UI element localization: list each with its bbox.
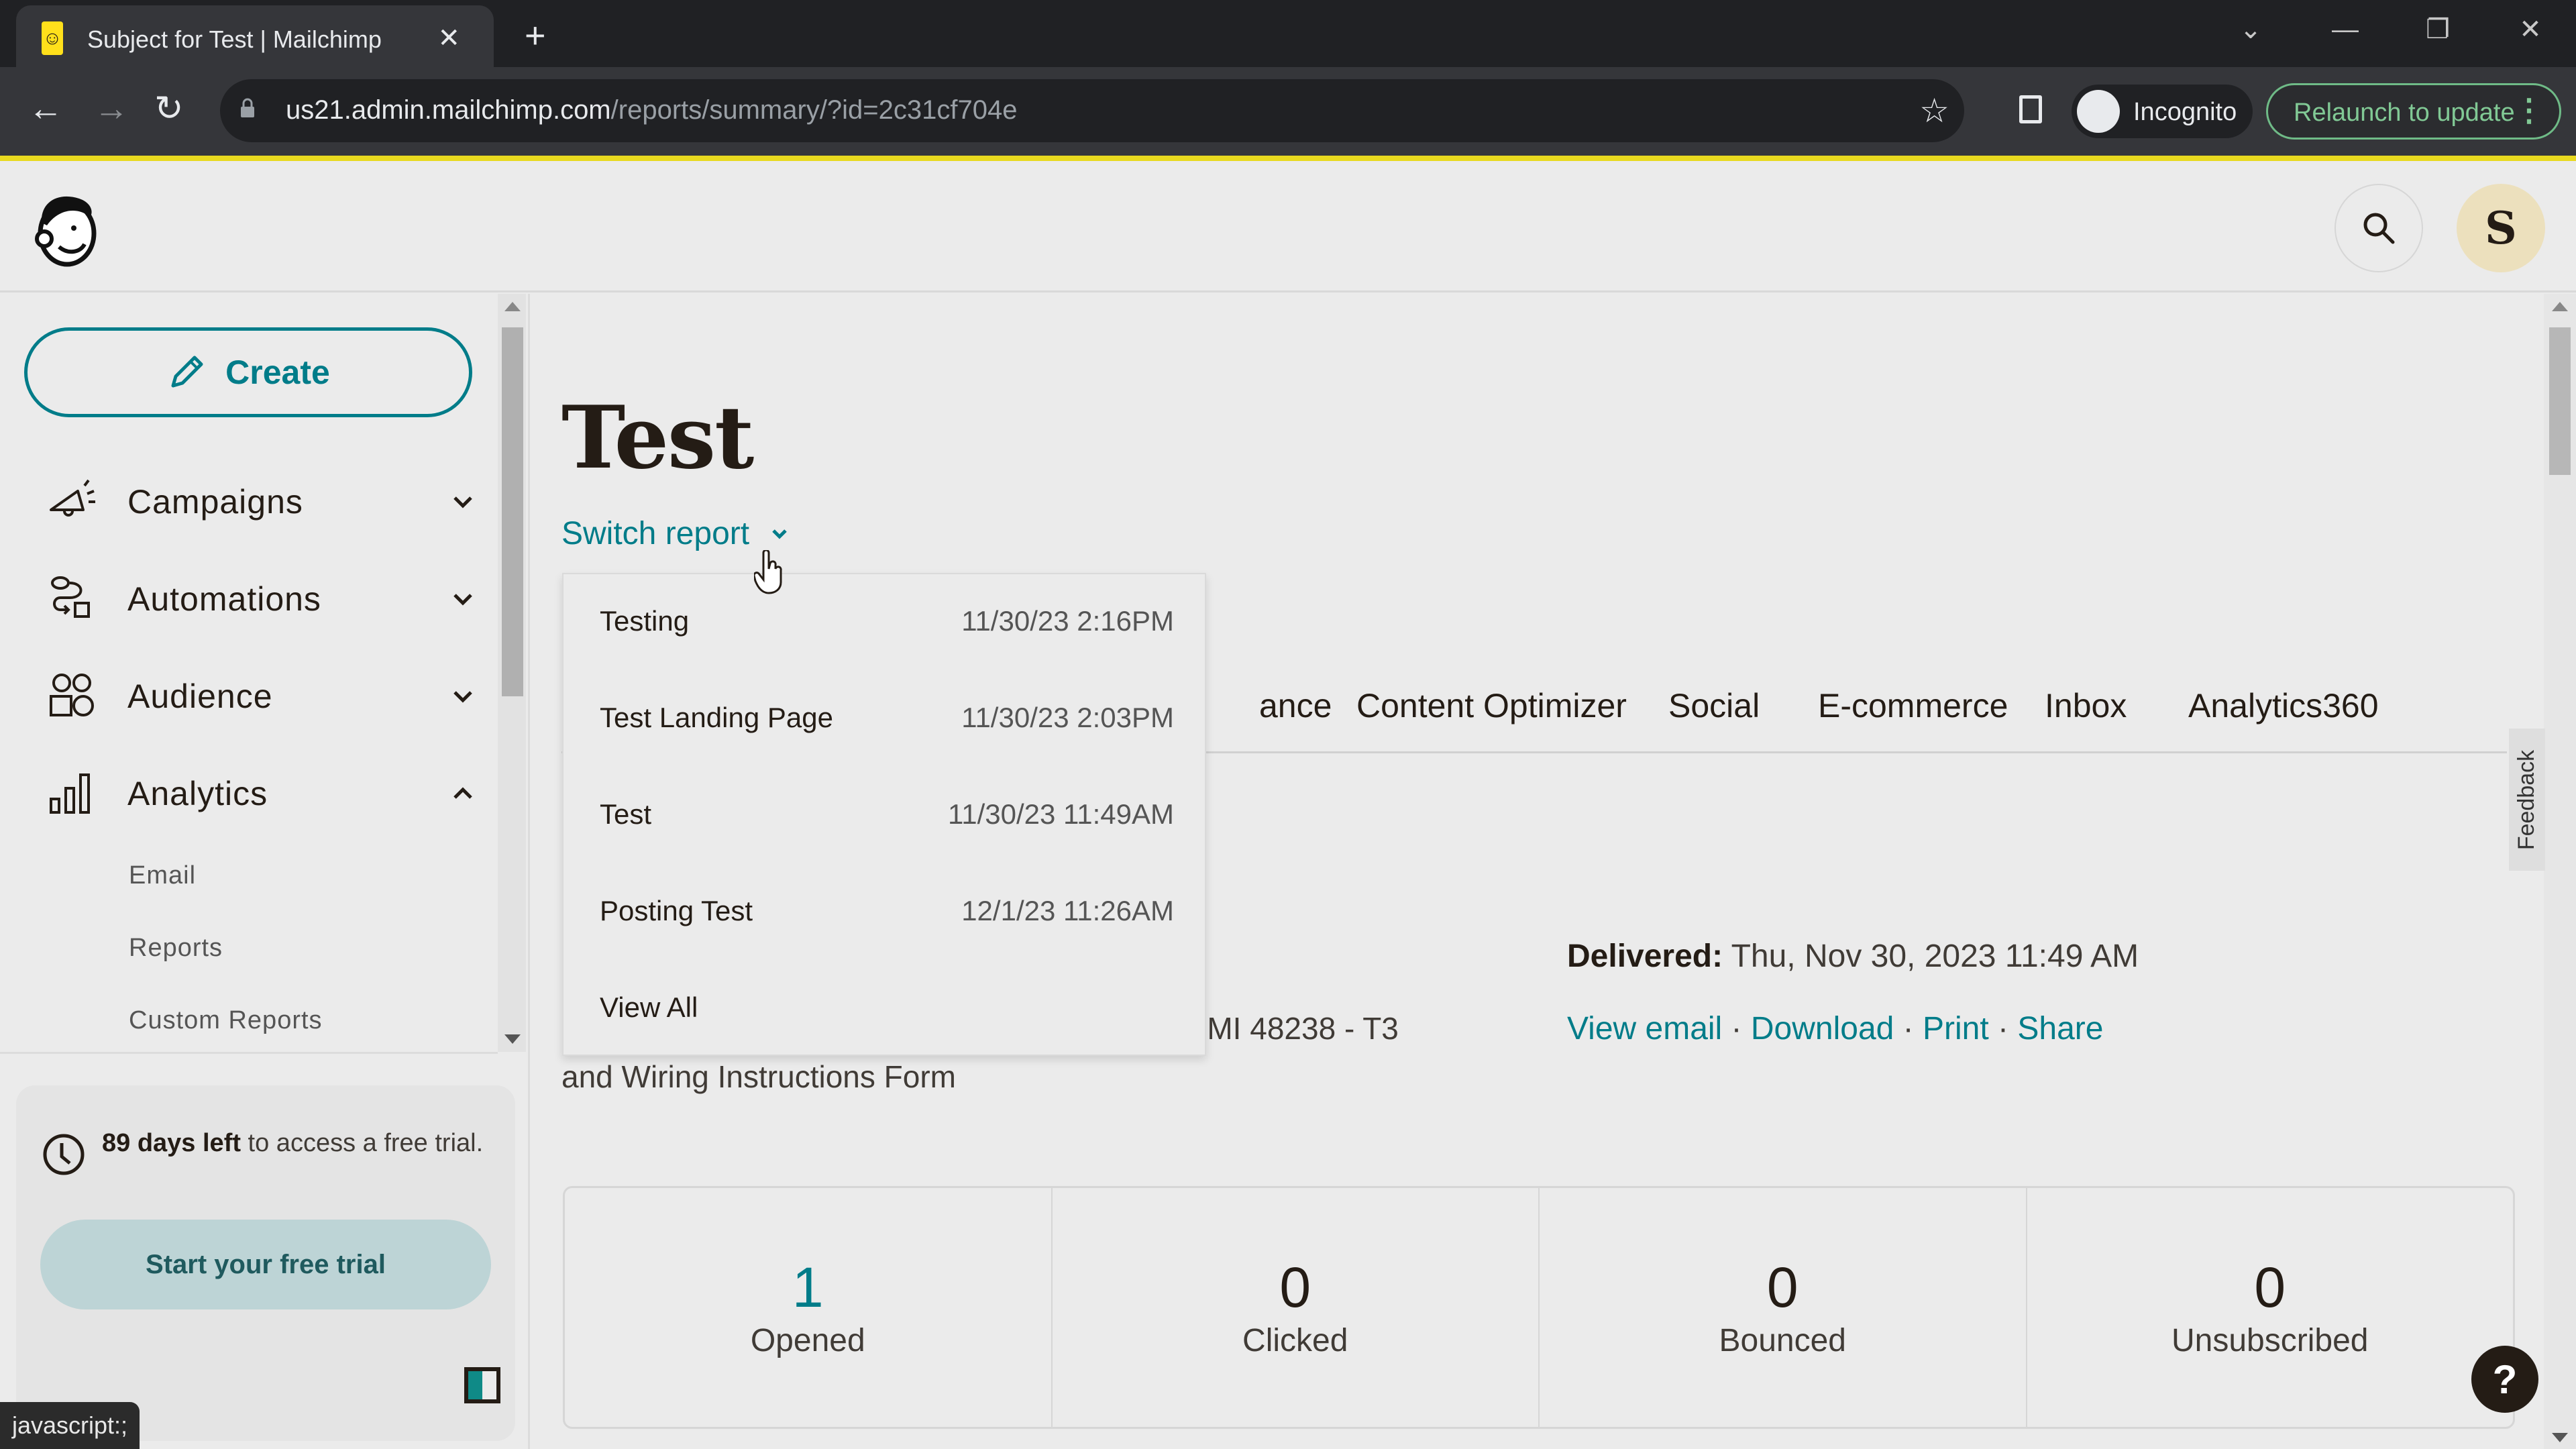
sidebar: Create Campaigns Automations Audience An…: [0, 294, 530, 1449]
free-trial-card: 89 days left to access a free trial. Sta…: [16, 1085, 515, 1441]
scroll-up-arrow-icon[interactable]: [504, 302, 521, 311]
chevron-up-icon: [453, 787, 472, 799]
main-scrollbar[interactable]: [2544, 294, 2576, 1449]
incognito-update-strip: [0, 156, 2576, 161]
url-text: us21.admin.mailchimp.com/reports/summary…: [286, 95, 1018, 125]
browser-tab[interactable]: ☺ Subject for Test | Mailchimp ✕: [16, 5, 494, 67]
report-option[interactable]: Test 11/30/23 11:49AM: [564, 767, 1205, 864]
email-actions: View email · Download · Print · Share: [1567, 1011, 2104, 1046]
stat-clicked: 0 Clicked: [1053, 1188, 1540, 1427]
sidebar-item-audience[interactable]: Audience: [47, 663, 476, 730]
tab-search-chevron-icon[interactable]: ⌄: [2231, 9, 2271, 50]
stat-bounced: 0 Bounced: [1540, 1188, 2027, 1427]
tab-analytics360[interactable]: Analytics360: [2188, 686, 2379, 725]
hand-cursor-icon: [754, 550, 782, 594]
tab-performance[interactable]: ance: [1259, 686, 1332, 725]
main-scroll-thumb[interactable]: [2549, 327, 2571, 475]
sidebar-divider: [0, 1052, 498, 1054]
incognito-badge[interactable]: Incognito: [2072, 85, 2253, 138]
automation-flow-icon: [51, 576, 90, 618]
scroll-up-arrow-icon[interactable]: [2552, 302, 2568, 311]
side-panel-icon[interactable]: [2019, 95, 2042, 123]
report-option[interactable]: Testing 11/30/23 2:16PM: [564, 574, 1205, 671]
minimize-icon[interactable]: —: [2325, 9, 2365, 50]
download-link[interactable]: Download: [1751, 1011, 1894, 1046]
back-icon[interactable]: ←: [28, 89, 63, 129]
audience-icon: [50, 674, 94, 716]
restore-icon[interactable]: ❐: [2418, 9, 2458, 50]
tab-e-commerce[interactable]: E-commerce: [1818, 686, 2008, 725]
relaunch-to-update-button[interactable]: Relaunch to update ⋮: [2266, 83, 2561, 140]
chevron-down-icon: [453, 496, 472, 508]
scroll-down-arrow-icon[interactable]: [2552, 1433, 2568, 1442]
report-option[interactable]: Test Landing Page 11/30/23 2:03PM: [564, 671, 1205, 767]
close-window-icon[interactable]: ✕: [2510, 9, 2551, 50]
mailchimp-logo-icon[interactable]: [27, 188, 103, 268]
delivered-info: Delivered: Thu, Nov 30, 2023 11:49 AM: [1567, 938, 2139, 974]
collapse-sidebar-icon[interactable]: [464, 1367, 500, 1403]
switch-report-dropdown[interactable]: Switch report: [561, 515, 790, 552]
share-link[interactable]: Share: [2017, 1011, 2103, 1046]
switch-report-menu: Testing 11/30/23 2:16PM Test Landing Pag…: [562, 573, 1206, 1056]
search-icon: [2363, 213, 2395, 244]
scroll-down-arrow-icon[interactable]: [504, 1034, 521, 1044]
view-all-reports-option[interactable]: View All: [564, 961, 1205, 1057]
help-button[interactable]: ?: [2471, 1346, 2538, 1413]
sidebar-item-automations[interactable]: Automations: [47, 566, 476, 633]
start-free-trial-button[interactable]: Start your free trial: [40, 1220, 491, 1309]
view-email-link[interactable]: View email: [1567, 1011, 1722, 1046]
sidebar-scrollbar[interactable]: [498, 294, 526, 1052]
browser-tab-bar: ☺ Subject for Test | Mailchimp ✕ + ⌄ — ❐…: [0, 0, 2576, 67]
report-option[interactable]: Posting Test 12/1/23 11:26AM: [564, 864, 1205, 961]
clock-icon: [43, 1134, 85, 1175]
sidebar-item-analytics[interactable]: Analytics: [47, 760, 476, 827]
tab-close-icon[interactable]: ✕: [437, 23, 460, 54]
search-button[interactable]: [2334, 184, 2423, 272]
forward-icon[interactable]: →: [94, 89, 129, 129]
trial-message: 89 days left to access a free trial.: [102, 1129, 484, 1157]
tab-content-optimizer[interactable]: Content Optimizer: [1356, 686, 1627, 725]
status-bar-url: javascript:;: [0, 1402, 140, 1449]
chevron-down-icon: [453, 594, 472, 606]
sidebar-subitem-custom-reports[interactable]: Custom Reports: [129, 1006, 323, 1035]
bookmark-star-icon[interactable]: ☆: [1919, 91, 1949, 130]
feedback-tab[interactable]: Feedback: [2509, 729, 2545, 871]
more-menu-icon[interactable]: ⋮: [2514, 92, 2544, 128]
browser-toolbar: ← → ↻ us21.admin.mailchimp.com/reports/s…: [0, 67, 2576, 156]
tab-title: Subject for Test | Mailchimp: [87, 25, 382, 53]
chevron-down-icon: [453, 691, 472, 703]
bar-chart-icon: [50, 773, 90, 814]
pencil-icon: [171, 356, 203, 388]
tab-inbox[interactable]: Inbox: [2045, 686, 2127, 725]
new-tab-icon[interactable]: +: [525, 15, 546, 56]
stats-panel: 1 Opened 0 Clicked 0 Bounced 0 Unsubscri…: [563, 1186, 2515, 1429]
sidebar-scroll-thumb[interactable]: [502, 327, 523, 696]
account-avatar[interactable]: S: [2457, 184, 2545, 272]
tab-social[interactable]: Social: [1668, 686, 1760, 725]
mailchimp-favicon-icon: ☺: [42, 21, 63, 55]
app-header: S: [0, 161, 2576, 292]
megaphone-icon: [50, 479, 95, 517]
campaign-subject-line2: and Wiring Instructions Form: [561, 1059, 956, 1094]
incognito-icon: [2077, 90, 2120, 133]
page-title: Test: [561, 388, 754, 488]
sidebar-subitem-email[interactable]: Email: [129, 861, 196, 890]
stat-opened[interactable]: 1 Opened: [565, 1188, 1053, 1427]
lock-icon: [241, 98, 254, 117]
address-bar[interactable]: us21.admin.mailchimp.com/reports/summary…: [220, 79, 1964, 142]
create-button[interactable]: Create: [24, 327, 472, 417]
sidebar-item-campaigns[interactable]: Campaigns: [47, 468, 476, 535]
sidebar-subitem-reports[interactable]: Reports: [129, 934, 223, 963]
chevron-down-icon: [772, 529, 787, 539]
reload-icon[interactable]: ↻: [154, 89, 184, 129]
print-link[interactable]: Print: [1923, 1011, 1989, 1046]
stat-unsubscribed: 0 Unsubscribed: [2171, 1256, 2369, 1358]
